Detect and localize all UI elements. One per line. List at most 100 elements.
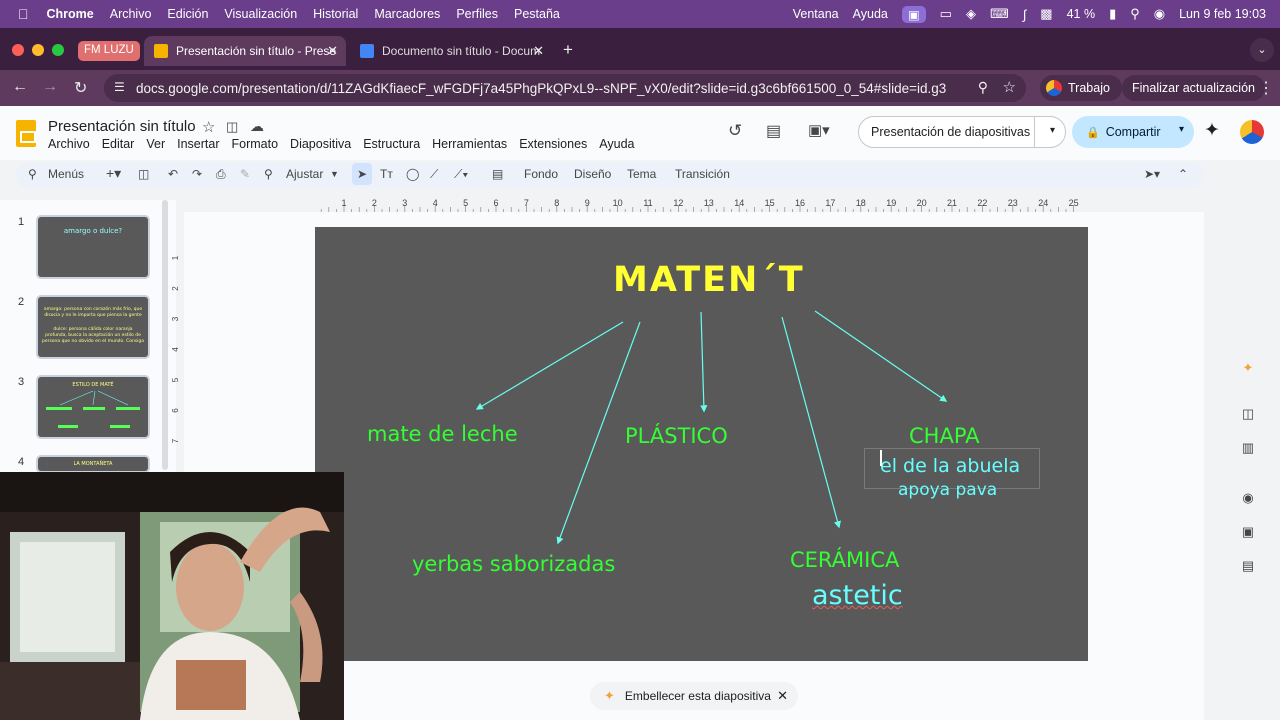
insert-slide-icon[interactable]: ◫ [138, 167, 149, 181]
share-dropdown-icon[interactable]: ▾ [1179, 124, 1184, 135]
move-folder-icon[interactable]: ◫ [226, 119, 238, 135]
search-menus-label[interactable]: Menús [48, 167, 84, 181]
screen-mirror-icon[interactable]: ▩ [1040, 6, 1052, 22]
tab-document[interactable]: Documento sin título - Docum ✕ [350, 36, 552, 66]
slide-canvas[interactable]: MATEN´T mate de leche PLÁSTICO CHAPA el … [315, 227, 1088, 661]
redo-icon[interactable]: ↷ [192, 167, 202, 181]
tab-search-icon[interactable]: ⌄ [1250, 38, 1274, 62]
more-menu-icon[interactable]: ⋮ [1258, 78, 1274, 98]
chapa-note-line-1[interactable]: el de la abuela [880, 455, 1020, 477]
slide-thumbnail-4[interactable]: LA MONTAÑETA [36, 455, 150, 473]
line-icon[interactable]: ⟋ [430, 167, 438, 182]
menu-archivo[interactable]: Archivo [110, 7, 152, 21]
collapse-toolbar-icon[interactable]: ⌃ [1178, 167, 1188, 181]
menu-item-editar[interactable]: Editar [102, 137, 135, 151]
keep-icon[interactable]: ◫ [1240, 406, 1256, 422]
shape-icon[interactable]: ◯ [406, 167, 419, 181]
new-tab-button[interactable]: + [563, 40, 573, 60]
menu-item-archivo[interactable]: Archivo [48, 137, 90, 151]
print-icon[interactable]: ⎙ [216, 167, 226, 182]
menu-item-formato[interactable]: Formato [232, 137, 279, 151]
search-menus-icon[interactable]: ⚲ [28, 167, 37, 181]
menu-item-extensiones[interactable]: Extensiones [519, 137, 587, 151]
slide-thumbnail-2[interactable]: amargo: persona con corazón más frío, qu… [36, 295, 150, 359]
profile-chip[interactable]: Trabajo [1040, 75, 1122, 101]
camera-icon[interactable]: ▣ [1240, 524, 1256, 540]
arrow-line-icon[interactable]: ⟋▾ [454, 167, 468, 182]
filmstrip-scrollbar[interactable] [162, 200, 168, 470]
menu-marcadores[interactable]: Marcadores [374, 7, 440, 21]
update-button[interactable]: Finalizar actualización [1122, 75, 1265, 101]
site-info-icon[interactable]: ☰ [114, 80, 125, 94]
forward-icon[interactable]: → [42, 78, 58, 96]
label-mate-de-leche[interactable]: mate de leche [367, 422, 518, 446]
theme-button[interactable]: Tema [627, 167, 656, 181]
undo-icon[interactable]: ↶ [168, 167, 178, 181]
cloud-status-icon[interactable]: ☁ [250, 118, 264, 135]
comment-add-icon[interactable]: ▤ [492, 167, 503, 181]
vertical-ruler[interactable]: 1 2 3 4 5 6 7 [172, 228, 184, 473]
label-ceramica[interactable]: CERÁMICA [790, 548, 899, 572]
record-icon[interactable]: ◉ [1240, 490, 1256, 506]
arrow-to-chapa[interactable] [814, 310, 948, 402]
arrow-to-plastico[interactable] [700, 311, 708, 413]
select-tool-icon[interactable]: ➤ [352, 163, 372, 185]
meet-icon[interactable]: ▣▾ [808, 121, 830, 139]
dismiss-icon[interactable]: ✕ [777, 688, 788, 704]
text-box-icon[interactable]: Tт [380, 167, 393, 181]
menu-perfiles[interactable]: Perfiles [456, 7, 498, 21]
wifi-icon[interactable]: ◈ [966, 6, 976, 22]
menu-ayuda[interactable]: Ayuda [853, 7, 888, 21]
document-title[interactable]: Presentación sin título [48, 118, 196, 135]
menu-item-insertar[interactable]: Insertar [177, 137, 219, 151]
tab-presentation[interactable]: Presentación sin título - Prese ✕ [144, 36, 346, 66]
reload-icon[interactable]: ↻ [74, 78, 87, 98]
edit-mode-icon[interactable]: ➤▾ [1144, 167, 1160, 181]
gemini-sparkle-icon[interactable]: ✦ [1240, 360, 1256, 376]
slideshow-button[interactable]: Presentación de diapositivas ▾ [858, 116, 1066, 148]
ceramica-note[interactable]: astetic [812, 580, 903, 611]
beautify-slide-chip[interactable]: ✦ Embellecer esta diapositiva ✕ [590, 682, 798, 710]
menu-item-estructura[interactable]: Estructura [363, 137, 420, 151]
menu-item-ayuda[interactable]: Ayuda [599, 137, 634, 151]
zoom-icon[interactable]: ⚲ [264, 167, 273, 181]
slide-title[interactable]: MATEN´T [613, 260, 805, 300]
background-button[interactable]: Fondo [524, 167, 558, 181]
bookmark-star-icon[interactable]: ☆ [1003, 78, 1016, 96]
menu-ventana[interactable]: Ventana [793, 7, 839, 21]
slide-thumbnail-3[interactable]: ESTILO DE MATÉ [36, 375, 150, 439]
menu-edicion[interactable]: Edición [167, 7, 208, 21]
menu-item-ver[interactable]: Ver [146, 137, 165, 151]
label-plastico[interactable]: PLÁSTICO [625, 424, 728, 448]
label-yerbas-saborizadas[interactable]: yerbas saborizadas [412, 552, 615, 576]
notes-icon[interactable]: ▤ [1240, 558, 1256, 574]
arrow-to-ceramica[interactable] [781, 316, 841, 529]
slide-thumbnail-1[interactable]: amargo o dulce? [36, 215, 150, 279]
tab-group-label[interactable]: FM LUZU [78, 41, 140, 61]
screen-share-icon[interactable]: ▣ [901, 5, 926, 23]
menu-item-diapositiva[interactable]: Diapositiva [290, 137, 351, 151]
display-icon[interactable]: ▭ [940, 6, 952, 22]
back-icon[interactable]: ← [12, 78, 28, 96]
arrow-to-mate-de-leche[interactable] [475, 321, 624, 410]
layout-button[interactable]: Diseño [574, 167, 611, 181]
chapa-note-line-2[interactable]: apoya pava [898, 480, 997, 500]
window-close-button[interactable] [12, 44, 24, 56]
drive-folder-icon[interactable]: ▥ [1240, 440, 1256, 456]
close-tab-icon[interactable]: ✕ [327, 43, 338, 59]
window-zoom-button[interactable] [52, 44, 64, 56]
zoom-label[interactable]: Ajustar [286, 167, 323, 181]
menu-historial[interactable]: Historial [313, 7, 358, 21]
paint-format-icon[interactable]: ✎ [240, 167, 250, 181]
account-avatar[interactable] [1240, 120, 1264, 144]
search-icon[interactable]: ⚲ [1130, 6, 1140, 22]
label-chapa[interactable]: CHAPA [909, 424, 980, 448]
window-minimize-button[interactable] [32, 44, 44, 56]
horizontal-ruler[interactable]: 1 2 3 4 5 6 7 8 9 10 11 12 13 14 15 16 17 18 19 20 21 22 23 24 2… [314, 196, 1090, 212]
zoom-icon[interactable]: ⚲ [978, 79, 988, 96]
gemini-icon[interactable]: ✦ [1204, 119, 1220, 142]
menu-item-herramientas[interactable]: Herramientas [432, 137, 507, 151]
version-history-icon[interactable]: ↺ [728, 121, 742, 141]
close-tab-icon[interactable]: ✕ [533, 43, 544, 59]
clock[interactable]: Lun 9 feb 19:03 [1179, 7, 1266, 21]
